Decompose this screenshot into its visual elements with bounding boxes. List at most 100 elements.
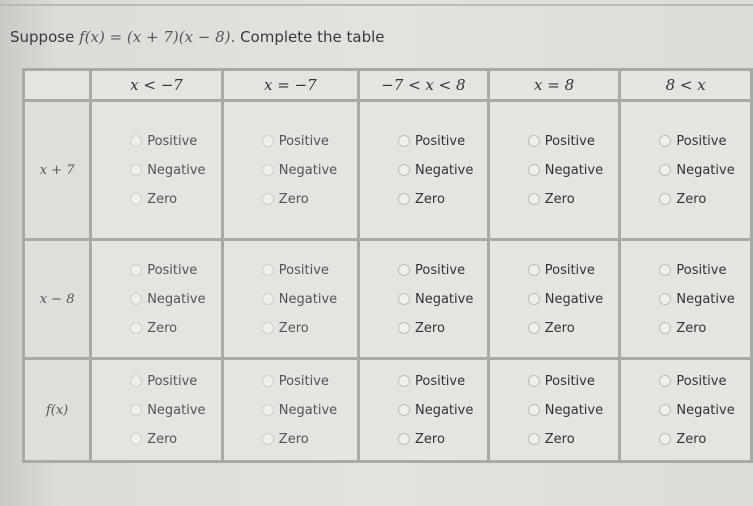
radio-unchecked-icon[interactable] [527, 322, 540, 334]
radio-option-positive[interactable]: Positive [527, 374, 619, 389]
radio-option-label: Zero [278, 320, 309, 336]
radio-option-negative[interactable]: Negative [659, 292, 750, 307]
radio-option-positive[interactable]: Positive [659, 263, 750, 278]
radio-option-negative[interactable]: Negative [130, 292, 221, 307]
radio-option-negative[interactable]: Negative [130, 403, 221, 418]
radio-unchecked-icon[interactable] [527, 193, 540, 205]
radio-option-zero[interactable]: Zero [130, 321, 221, 336]
radio-option-positive[interactable]: Positive [130, 134, 221, 149]
radio-unchecked-icon[interactable] [397, 433, 410, 445]
radio-unchecked-icon[interactable] [130, 164, 143, 176]
radio-unchecked-icon[interactable] [527, 164, 540, 176]
radio-unchecked-icon[interactable] [261, 322, 274, 334]
radio-unchecked-icon[interactable] [261, 193, 274, 205]
radio-option-negative[interactable]: Negative [659, 163, 750, 178]
radio-unchecked-icon[interactable] [659, 135, 672, 147]
radio-unchecked-icon[interactable] [397, 164, 410, 176]
table-row: f(x) Positive Negative Zero Positive Negative… [21, 357, 753, 463]
radio-option-positive[interactable]: Positive [527, 263, 619, 278]
radio-group-cell: Positive Negative Zero [89, 99, 224, 241]
radio-unchecked-icon[interactable] [130, 135, 143, 147]
radio-option-positive[interactable]: Positive [659, 374, 750, 389]
radio-option-zero[interactable]: Zero [261, 192, 357, 207]
radio-unchecked-icon[interactable] [261, 164, 274, 176]
radio-option-positive[interactable]: Positive [659, 134, 750, 149]
radio-option-zero[interactable]: Zero [397, 320, 487, 336]
radio-option-positive[interactable]: Positive [261, 134, 357, 149]
radio-option-positive[interactable]: Positive [130, 263, 221, 278]
radio-unchecked-icon[interactable] [130, 375, 143, 387]
radio-option-zero[interactable]: Zero [527, 431, 619, 447]
radio-option-zero[interactable]: Zero [130, 432, 221, 447]
radio-unchecked-icon[interactable] [527, 404, 540, 416]
radio-option-negative[interactable]: Negative [397, 403, 487, 418]
radio-option-negative[interactable]: Negative [527, 292, 619, 307]
radio-option-zero[interactable]: Zero [397, 192, 487, 207]
radio-unchecked-icon[interactable] [397, 322, 410, 334]
radio-unchecked-icon[interactable] [397, 193, 410, 205]
radio-option-negative[interactable]: Negative [261, 292, 357, 307]
radio-unchecked-icon[interactable] [397, 135, 410, 147]
radio-unchecked-icon[interactable] [397, 404, 410, 416]
radio-option-negative[interactable]: Negative [397, 292, 487, 307]
radio-unchecked-icon[interactable] [397, 264, 410, 276]
radio-unchecked-icon[interactable] [659, 164, 672, 176]
radio-unchecked-icon[interactable] [130, 433, 143, 445]
radio-unchecked-icon[interactable] [527, 264, 540, 276]
radio-unchecked-icon[interactable] [527, 375, 540, 387]
radio-unchecked-icon[interactable] [261, 293, 274, 305]
radio-option-zero[interactable]: Zero [659, 321, 750, 336]
radio-group-cell: Positive Negative Zero [618, 238, 753, 360]
radio-option-negative[interactable]: Negative [527, 163, 619, 178]
radio-unchecked-icon[interactable] [130, 193, 143, 205]
radio-unchecked-icon[interactable] [659, 375, 672, 387]
radio-unchecked-icon[interactable] [397, 293, 410, 305]
radio-option-zero[interactable]: Zero [659, 192, 750, 207]
radio-unchecked-icon[interactable] [527, 293, 540, 305]
radio-unchecked-icon[interactable] [130, 264, 143, 276]
radio-unchecked-icon[interactable] [261, 433, 274, 445]
radio-option-positive[interactable]: Positive [397, 263, 487, 278]
radio-option-zero[interactable]: Zero [527, 321, 619, 336]
radio-unchecked-icon[interactable] [130, 293, 143, 305]
radio-option-positive[interactable]: Positive [261, 374, 357, 389]
radio-option-zero[interactable]: Zero [261, 432, 357, 447]
radio-unchecked-icon[interactable] [659, 433, 672, 445]
radio-option-zero[interactable]: Zero [130, 192, 221, 207]
radio-group: Positive Negative Zero [92, 263, 221, 336]
radio-option-positive[interactable]: Positive [527, 134, 619, 149]
radio-group-cell: Positive Negative Zero [356, 238, 490, 360]
radio-unchecked-icon[interactable] [261, 404, 274, 416]
radio-unchecked-icon[interactable] [130, 322, 143, 334]
radio-unchecked-icon[interactable] [261, 264, 274, 276]
radio-option-zero[interactable]: Zero [397, 432, 487, 447]
radio-unchecked-icon[interactable] [659, 404, 672, 416]
radio-unchecked-icon[interactable] [659, 264, 672, 276]
radio-unchecked-icon[interactable] [659, 193, 672, 205]
radio-option-positive[interactable]: Positive [261, 263, 357, 278]
radio-unchecked-icon[interactable] [261, 375, 274, 387]
radio-option-positive[interactable]: Positive [397, 374, 487, 389]
radio-unchecked-icon[interactable] [659, 293, 672, 305]
radio-option-label: Zero [544, 431, 575, 447]
radio-option-zero[interactable]: Zero [659, 432, 750, 447]
radio-option-negative[interactable]: Negative [527, 403, 619, 418]
radio-option-label: Positive [147, 373, 198, 389]
radio-option-zero[interactable]: Zero [527, 192, 619, 207]
radio-option-negative[interactable]: Negative [130, 163, 221, 178]
radio-option-zero[interactable]: Zero [261, 320, 357, 336]
radio-unchecked-icon[interactable] [527, 135, 540, 147]
radio-unchecked-icon[interactable] [130, 404, 143, 416]
radio-option-negative[interactable]: Negative [397, 163, 487, 178]
radio-unchecked-icon[interactable] [397, 375, 410, 387]
radio-option-label: Zero [414, 320, 445, 336]
radio-unchecked-icon[interactable] [659, 322, 672, 334]
radio-option-negative[interactable]: Negative [261, 163, 357, 178]
radio-option-positive[interactable]: Positive [130, 374, 221, 389]
radio-option-negative[interactable]: Negative [261, 403, 357, 418]
radio-unchecked-icon[interactable] [527, 433, 540, 445]
radio-option-negative[interactable]: Negative [659, 403, 750, 418]
radio-option-positive[interactable]: Positive [397, 134, 487, 149]
radio-group: Positive Negative Zero [490, 374, 619, 447]
radio-unchecked-icon[interactable] [261, 135, 274, 147]
